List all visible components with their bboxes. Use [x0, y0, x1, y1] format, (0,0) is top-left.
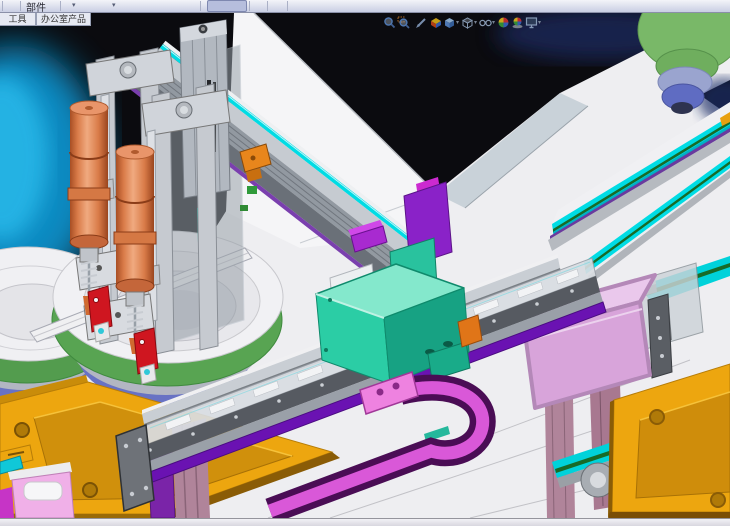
zoom-to-fit-icon: [383, 16, 396, 29]
view-orientation-icon: [443, 16, 456, 29]
toolbar-separator: [2, 1, 3, 11]
dropdown-caret-icon[interactable]: ▾: [538, 19, 541, 26]
toolbar-separator: [60, 1, 61, 11]
graphics-area[interactable]: ▾ ▾ ▾: [0, 13, 730, 518]
tab-office-products[interactable]: 办公室产品: [36, 13, 91, 26]
view-settings-button[interactable]: [524, 15, 538, 29]
heads-up-view-toolbar: ▾ ▾ ▾: [382, 14, 542, 30]
dropdown-caret-icon[interactable]: ▾: [72, 1, 76, 9]
dropdown-caret-icon[interactable]: ▾: [492, 19, 495, 26]
mount-bracket-right[interactable]: [648, 294, 672, 378]
dropdown-caret-icon[interactable]: ▾: [112, 1, 116, 9]
view-settings-icon: [525, 16, 538, 29]
zoom-to-area-icon: [397, 16, 410, 29]
cad-window: 部件 ▾ ▾ 工具 办公室产品: [0, 0, 730, 526]
command-toolbar: 部件 ▾ ▾: [0, 0, 730, 13]
previous-view-icon: [415, 16, 428, 29]
previous-view-button[interactable]: [414, 15, 428, 29]
insert-component-button[interactable]: 部件: [26, 0, 46, 14]
edit-appearance-icon: [497, 16, 510, 29]
toolbar-separator: [287, 1, 288, 11]
toolbar-separator: [20, 1, 21, 11]
section-view-icon: [429, 16, 442, 29]
toolbar-separator: [249, 1, 250, 11]
apply-scene-button[interactable]: [510, 15, 524, 29]
dropdown-caret-icon[interactable]: ▾: [474, 19, 477, 26]
edit-appearance-button[interactable]: [496, 15, 510, 29]
tab-tools[interactable]: 工具: [0, 13, 36, 26]
zoom-to-area-button[interactable]: [396, 15, 410, 29]
toolbar-separator: [200, 1, 201, 11]
dropdown-caret-icon[interactable]: ▾: [456, 19, 459, 26]
active-toolbar-button[interactable]: [207, 0, 247, 12]
view-orientation-button[interactable]: [442, 15, 456, 29]
apply-scene-icon: [511, 16, 524, 29]
section-view-button[interactable]: [428, 15, 442, 29]
hide-show-items-button[interactable]: [478, 15, 492, 29]
zoom-to-fit-button[interactable]: [382, 15, 396, 29]
status-bar: [0, 518, 730, 526]
display-style-icon: [461, 16, 474, 29]
toolbar-separator: [267, 1, 268, 11]
assembly-3d-view[interactable]: [0, 13, 730, 518]
hide-show-items-icon: [479, 16, 492, 29]
display-style-button[interactable]: [460, 15, 474, 29]
commandmanager-tabs: 工具 办公室产品: [0, 13, 91, 26]
